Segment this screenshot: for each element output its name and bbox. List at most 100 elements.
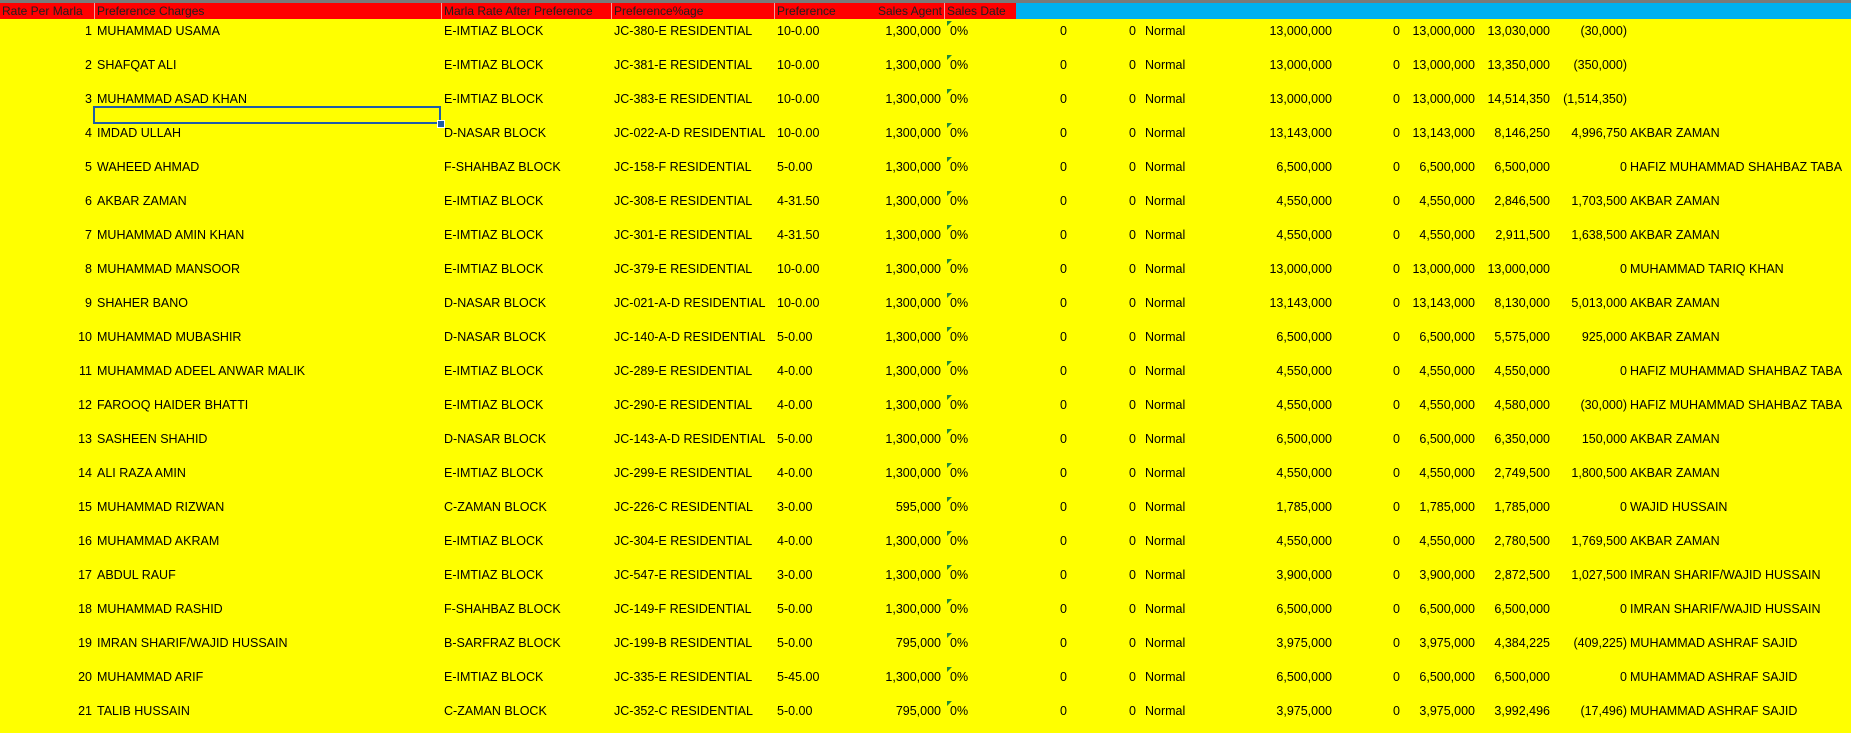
cell-amount-a[interactable]: 0: [1000, 567, 1067, 583]
cell-serial[interactable]: 3: [0, 91, 92, 107]
cell-percentage[interactable]: 0%: [947, 703, 1000, 719]
cell-serial[interactable]: 10: [0, 329, 92, 345]
cell-plot-size[interactable]: 10-0.00: [777, 261, 861, 277]
cell-total[interactable]: 13,000,000: [1240, 57, 1332, 73]
cell-balance[interactable]: 1,800,500: [1552, 465, 1627, 481]
cell-amount-c[interactable]: 0: [1335, 465, 1400, 481]
cell-serial[interactable]: 16: [0, 533, 92, 549]
cell-balance[interactable]: (350,000): [1552, 57, 1627, 73]
cell-serial[interactable]: 5: [0, 159, 92, 175]
cell-net-amount[interactable]: 3,975,000: [1400, 703, 1475, 719]
cell-received[interactable]: 1,785,000: [1477, 499, 1550, 515]
cell-received[interactable]: 8,130,000: [1477, 295, 1550, 311]
cell-received[interactable]: 13,000,000: [1477, 261, 1550, 277]
cell-received[interactable]: 8,146,250: [1477, 125, 1550, 141]
cell-amount-b[interactable]: 0: [1070, 125, 1136, 141]
cell-net-amount[interactable]: 6,500,000: [1400, 329, 1475, 345]
cell-plot-size[interactable]: 5-45.00: [777, 669, 861, 685]
cell-agent[interactable]: AKBAR ZAMAN: [1630, 329, 1851, 345]
cell-total[interactable]: 13,000,000: [1240, 91, 1332, 107]
cell-rate[interactable]: 795,000: [861, 635, 941, 651]
cell-amount-a[interactable]: 0: [1000, 397, 1067, 413]
cell-plot-size[interactable]: 10-0.00: [777, 125, 861, 141]
cell-serial[interactable]: 7: [0, 227, 92, 243]
cell-percentage[interactable]: 0%: [947, 159, 1000, 175]
cell-received[interactable]: 4,384,225: [1477, 635, 1550, 651]
cell-amount-b[interactable]: 0: [1070, 499, 1136, 515]
cell-plot[interactable]: JC-022-A-D RESIDENTIAL: [614, 125, 774, 141]
cell-percentage[interactable]: 0%: [947, 23, 1000, 39]
cell-serial[interactable]: 21: [0, 703, 92, 719]
cell-serial[interactable]: 17: [0, 567, 92, 583]
cell-plot[interactable]: JC-143-A-D RESIDENTIAL: [614, 431, 774, 447]
cell-plot[interactable]: JC-199-B RESIDENTIAL: [614, 635, 774, 651]
cell-balance[interactable]: 5,013,000: [1552, 295, 1627, 311]
cell-customer-name[interactable]: IMRAN SHARIF/WAJID HUSSAIN: [97, 635, 437, 651]
cell-status[interactable]: Normal: [1145, 465, 1225, 481]
cell-balance[interactable]: (1,514,350): [1552, 91, 1627, 107]
cell-amount-a[interactable]: 0: [1000, 465, 1067, 481]
cell-amount-b[interactable]: 0: [1070, 703, 1136, 719]
cell-amount-a[interactable]: 0: [1000, 533, 1067, 549]
cell-plot[interactable]: JC-149-F RESIDENTIAL: [614, 601, 774, 617]
cell-status[interactable]: Normal: [1145, 363, 1225, 379]
cell-percentage[interactable]: 0%: [947, 397, 1000, 413]
cell-agent[interactable]: MUHAMMAD ASHRAF SAJID: [1630, 635, 1851, 651]
cell-serial[interactable]: 15: [0, 499, 92, 515]
fill-handle[interactable]: [437, 120, 445, 128]
cell-customer-name[interactable]: MUHAMMAD MANSOOR: [97, 261, 437, 277]
cell-plot-size[interactable]: 5-0.00: [777, 431, 861, 447]
cell-serial[interactable]: 19: [0, 635, 92, 651]
cell-rate[interactable]: 1,300,000: [861, 91, 941, 107]
cell-rate[interactable]: 1,300,000: [861, 125, 941, 141]
cell-status[interactable]: Normal: [1145, 533, 1225, 549]
cell-balance[interactable]: 0: [1552, 669, 1627, 685]
cell-rate[interactable]: 1,300,000: [861, 431, 941, 447]
cell-amount-b[interactable]: 0: [1070, 465, 1136, 481]
cell-percentage[interactable]: 0%: [947, 431, 1000, 447]
cell-rate[interactable]: 1,300,000: [861, 465, 941, 481]
cell-received[interactable]: 13,350,000: [1477, 57, 1550, 73]
cell-balance[interactable]: 0: [1552, 363, 1627, 379]
cell-plot[interactable]: JC-308-E RESIDENTIAL: [614, 193, 774, 209]
cell-customer-name[interactable]: MUHAMMAD ASAD KHAN: [97, 91, 437, 107]
cell-block[interactable]: F-SHAHBAZ BLOCK: [444, 601, 609, 617]
header-preference[interactable]: Preference: [775, 3, 867, 19]
cell-agent[interactable]: MUHAMMAD ASHRAF SAJID: [1630, 669, 1851, 685]
cell-plot[interactable]: JC-381-E RESIDENTIAL: [614, 57, 774, 73]
cell-net-amount[interactable]: 4,550,000: [1400, 227, 1475, 243]
cell-amount-c[interactable]: 0: [1335, 601, 1400, 617]
cell-total[interactable]: 6,500,000: [1240, 159, 1332, 175]
cell-plot-size[interactable]: 10-0.00: [777, 295, 861, 311]
cell-amount-c[interactable]: 0: [1335, 635, 1400, 651]
cell-customer-name[interactable]: MUHAMMAD ADEEL ANWAR MALIK: [97, 363, 437, 379]
cell-block[interactable]: E-IMTIAZ BLOCK: [444, 57, 609, 73]
cell-plot-size[interactable]: 10-0.00: [777, 57, 861, 73]
cell-block[interactable]: C-ZAMAN BLOCK: [444, 499, 609, 515]
cell-agent[interactable]: MUHAMMAD TARIQ KHAN: [1630, 261, 1851, 277]
cell-balance[interactable]: (409,225): [1552, 635, 1627, 651]
cell-serial[interactable]: 12: [0, 397, 92, 413]
cell-rate[interactable]: 1,300,000: [861, 193, 941, 209]
cell-net-amount[interactable]: 3,975,000: [1400, 635, 1475, 651]
cell-status[interactable]: Normal: [1145, 261, 1225, 277]
cell-net-amount[interactable]: 6,500,000: [1400, 601, 1475, 617]
cell-serial[interactable]: 11: [0, 363, 92, 379]
cell-block[interactable]: E-IMTIAZ BLOCK: [444, 227, 609, 243]
cell-rate[interactable]: 1,300,000: [861, 601, 941, 617]
cell-block[interactable]: F-SHAHBAZ BLOCK: [444, 159, 609, 175]
cell-block[interactable]: E-IMTIAZ BLOCK: [444, 363, 609, 379]
cell-total[interactable]: 6,500,000: [1240, 669, 1332, 685]
cell-status[interactable]: Normal: [1145, 23, 1225, 39]
cell-amount-b[interactable]: 0: [1070, 635, 1136, 651]
cell-rate[interactable]: 1,300,000: [861, 159, 941, 175]
cell-percentage[interactable]: 0%: [947, 363, 1000, 379]
cell-total[interactable]: 13,000,000: [1240, 23, 1332, 39]
cell-block[interactable]: E-IMTIAZ BLOCK: [444, 567, 609, 583]
cell-percentage[interactable]: 0%: [947, 91, 1000, 107]
cell-net-amount[interactable]: 6,500,000: [1400, 431, 1475, 447]
cell-amount-c[interactable]: 0: [1335, 533, 1400, 549]
header-sales-date[interactable]: Sales Date: [945, 3, 1017, 19]
cell-amount-a[interactable]: 0: [1000, 669, 1067, 685]
cell-received[interactable]: 5,575,000: [1477, 329, 1550, 345]
